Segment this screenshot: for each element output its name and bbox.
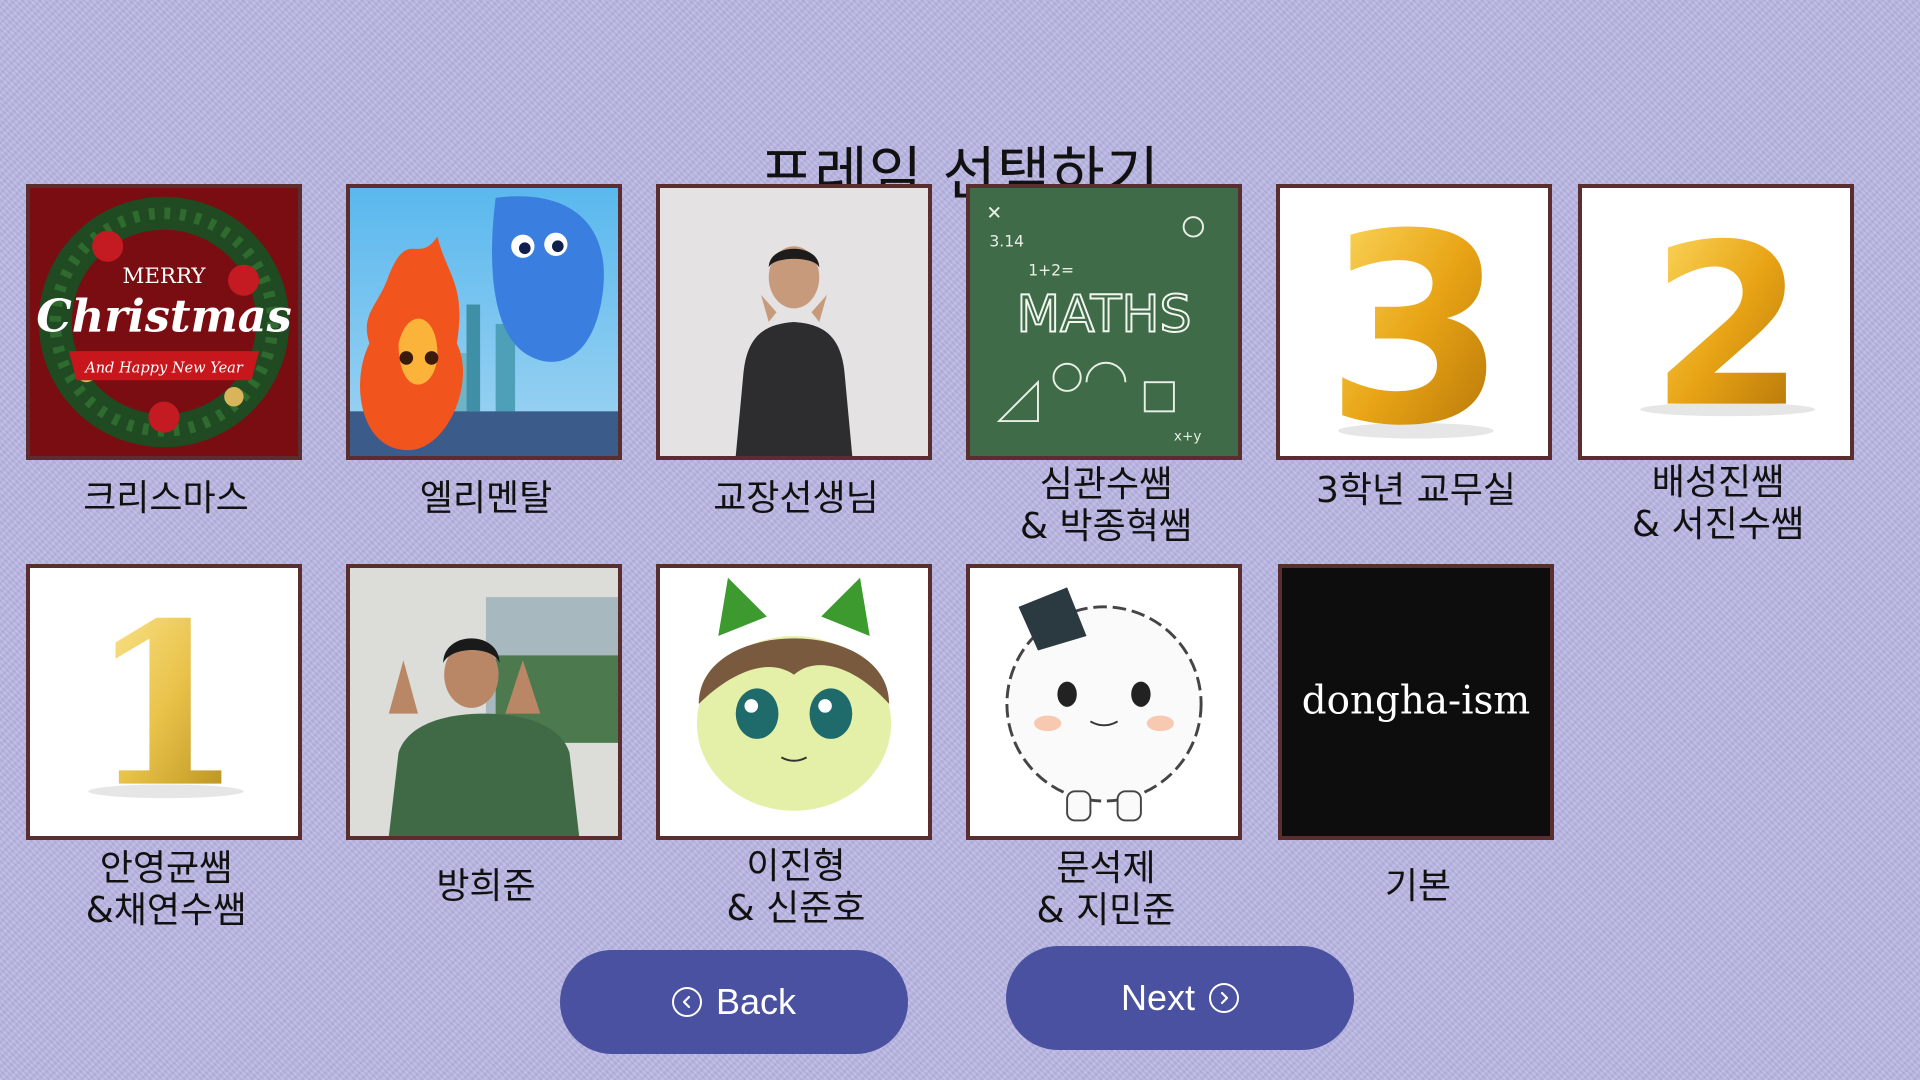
- gold-number-image: 1: [30, 568, 298, 836]
- svg-text:1: 1: [88, 574, 243, 836]
- next-button[interactable]: Next: [1006, 946, 1354, 1050]
- rice-ball-character-image: [970, 568, 1238, 836]
- student-photo: [350, 568, 618, 836]
- frame-elemental[interactable]: [346, 184, 622, 460]
- frame-ahn-chae[interactable]: 1: [26, 564, 302, 840]
- maths-chalkboard-image: 3.14 1+2= MATHS x+y: [970, 188, 1238, 456]
- svg-text:2: 2: [1650, 197, 1805, 456]
- frame-label: 안영균쌤 &채연수쌤: [85, 848, 247, 931]
- gold-number-image: 3: [1280, 188, 1548, 456]
- back-button-label: Back: [715, 981, 797, 1022]
- gold-number-image: 2: [1582, 188, 1850, 456]
- frame-christmas[interactable]: MERRY Christmas And Happy New Year: [26, 184, 302, 460]
- cartoon-character-image: [660, 568, 928, 836]
- elemental-movie-image: [350, 188, 618, 456]
- frame-maths[interactable]: 3.14 1+2= MATHS x+y: [966, 184, 1242, 460]
- svg-text:Christmas: Christmas: [36, 290, 292, 343]
- frame-bae-seo[interactable]: 2: [1578, 184, 1854, 460]
- svg-text:3.14: 3.14: [989, 232, 1024, 250]
- svg-text:3: 3: [1325, 188, 1507, 456]
- frame-label: 크리스마스: [83, 478, 249, 519]
- frame-label: 문석제 & 지민준: [1036, 848, 1176, 931]
- chevron-right-circle-icon: [1209, 983, 1240, 1013]
- frame-label: 이진형 & 신준호: [726, 846, 866, 929]
- frame-label: 교장선생님: [713, 478, 879, 519]
- svg-text:MATHS: MATHS: [1016, 285, 1191, 344]
- frame-principal[interactable]: [656, 184, 932, 460]
- frame-moon-ji[interactable]: [966, 564, 1242, 840]
- frame-3rd-grade-office[interactable]: 3: [1276, 184, 1552, 460]
- svg-text:1+2=: 1+2=: [1028, 261, 1074, 279]
- back-button[interactable]: Back: [560, 950, 908, 1054]
- chevron-left-circle-icon: [671, 987, 702, 1017]
- frame-label: 기본: [1384, 866, 1452, 907]
- principal-photo: [660, 188, 928, 456]
- frame-lee-shin[interactable]: [656, 564, 932, 840]
- frame-label: 3학년 교무실: [1316, 470, 1516, 511]
- frame-label: 배성진쌤 & 서진수쌤: [1632, 462, 1804, 545]
- frame-label: 심관수쌤 & 박종혁쌤: [1020, 464, 1192, 547]
- frame-label: 방희준: [436, 866, 536, 907]
- frame-bang-heejun[interactable]: [346, 564, 622, 840]
- next-button-label: Next: [1120, 977, 1196, 1018]
- svg-text:x+y: x+y: [1174, 428, 1201, 444]
- svg-text:dongha-ism: dongha-ism: [1302, 679, 1531, 724]
- svg-text:And Happy New Year: And Happy New Year: [83, 359, 244, 376]
- frame-default[interactable]: dongha-ism: [1278, 564, 1554, 840]
- frame-label: 엘리멘탈: [419, 478, 553, 519]
- svg-text:MERRY: MERRY: [122, 264, 206, 289]
- christmas-wreath-image: MERRY Christmas And Happy New Year: [30, 188, 298, 456]
- dongha-ism-logo: dongha-ism: [1282, 568, 1550, 836]
